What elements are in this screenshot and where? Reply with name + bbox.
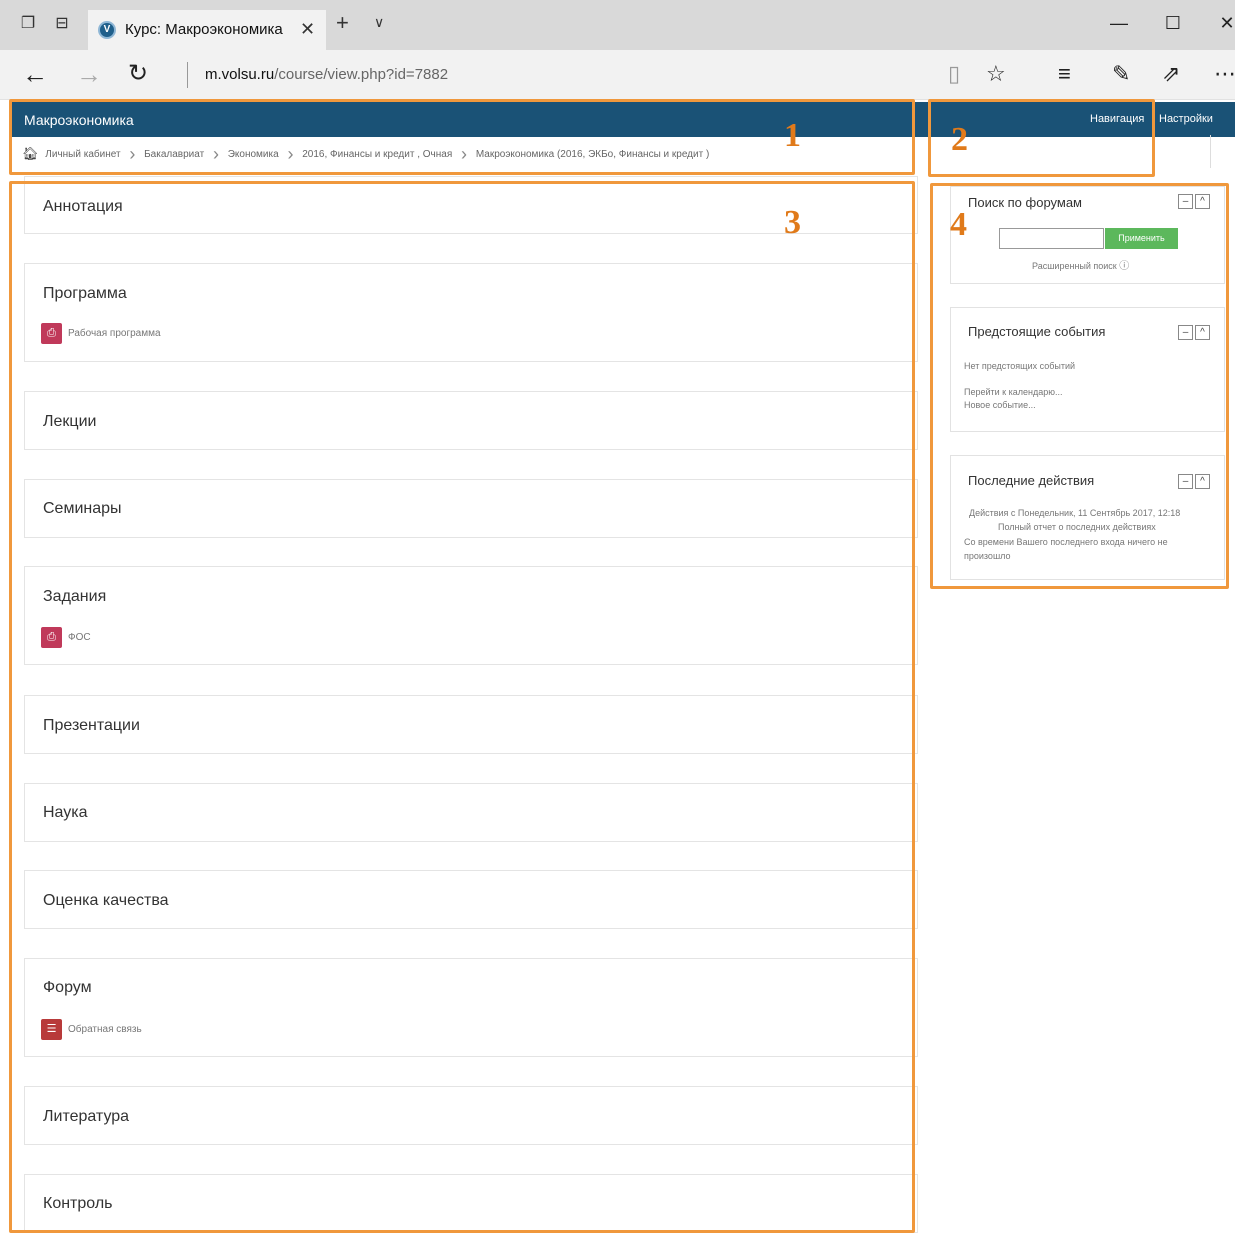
site-logo-icon: V [98,21,116,39]
hub-icon[interactable]: ≡ [1058,62,1071,86]
tab-preview-icon[interactable]: ❐ [18,14,38,34]
annotation-number: 1 [784,117,801,154]
more-icon[interactable]: ⋯ [1214,62,1235,86]
annotation-number: 3 [784,204,801,241]
url-field[interactable]: m.volsu.ru/course/view.php?id=7882 [205,66,448,83]
divider [1210,135,1211,168]
settings-link[interactable]: Настройки [1159,113,1213,125]
back-icon[interactable]: ← [22,60,48,88]
browser-tab-bar: ❐ ⊟ V Курс: Макроэкономика ✕ + ∨ — ☐ ✕ [0,0,1235,50]
annotation-frame-4 [930,183,1229,589]
new-tab-icon[interactable]: + [336,12,349,34]
browser-tab-active[interactable]: V Курс: Макроэкономика ✕ [88,10,326,50]
share-icon[interactable]: ⇗ [1162,62,1180,86]
tab-list-icon[interactable]: ∨ [374,14,384,31]
address-bar: ← → ↻ m.volsu.ru/course/view.php?id=7882… [0,50,1235,100]
reading-view-icon[interactable]: ▯ [948,62,960,86]
minimize-icon[interactable]: — [1104,13,1134,34]
annotation-frame-3 [9,181,915,1233]
window-close-icon[interactable]: ✕ [1212,13,1235,34]
annotation-frame-1 [9,99,915,175]
forward-icon[interactable]: → [76,60,102,88]
refresh-icon[interactable]: ↻ [128,60,148,88]
address-separator [187,62,188,88]
annotation-number: 2 [951,121,968,158]
close-icon[interactable]: ✕ [300,19,315,40]
set-aside-tabs-icon[interactable]: ⊟ [52,14,72,34]
favorite-star-icon[interactable]: ☆ [986,62,1006,86]
web-note-icon[interactable]: ✎ [1112,62,1130,86]
annotation-number: 4 [950,206,967,243]
maximize-icon[interactable]: ☐ [1158,13,1188,34]
tab-title: Курс: Макроэкономика [125,21,283,38]
